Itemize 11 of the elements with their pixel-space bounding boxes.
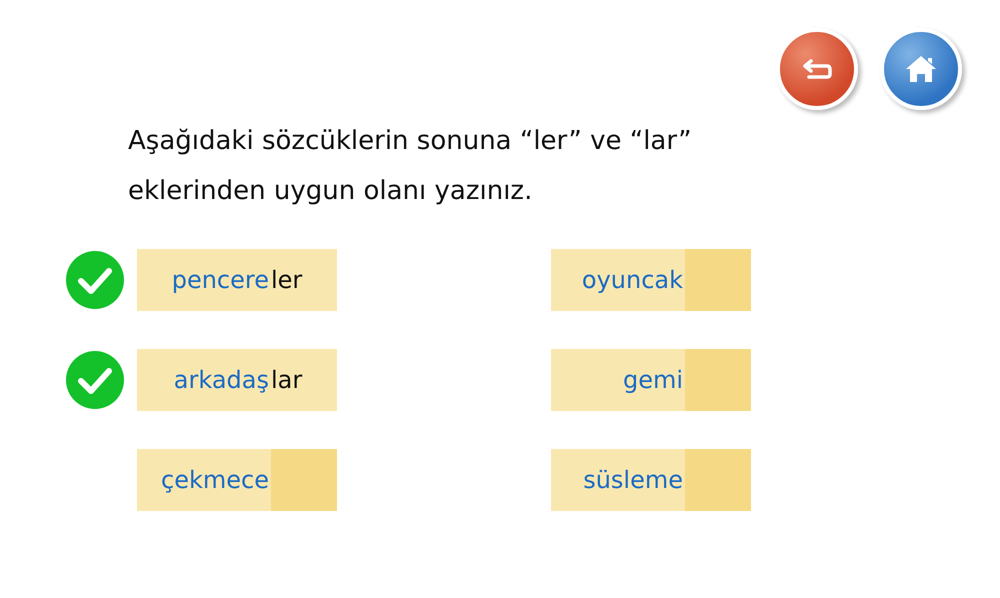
word-stem: arkadaş — [172, 365, 270, 396]
answer-box[interactable] — [271, 449, 337, 511]
answer-box[interactable] — [685, 349, 751, 411]
answer-box[interactable] — [685, 449, 751, 511]
word-stem: oyuncak — [580, 265, 684, 296]
word-stem: süsleme — [582, 465, 684, 496]
word-stem: çekmece — [160, 465, 270, 496]
word-stem: gemi — [622, 365, 684, 396]
answer-box[interactable] — [685, 249, 751, 311]
word-stem: pencere — [170, 265, 270, 296]
instruction-text: Aşağıdaki sözcüklerin sonuna “ler” ve “lar” eklerinden uygun olanı yazınız. — [128, 125, 693, 208]
